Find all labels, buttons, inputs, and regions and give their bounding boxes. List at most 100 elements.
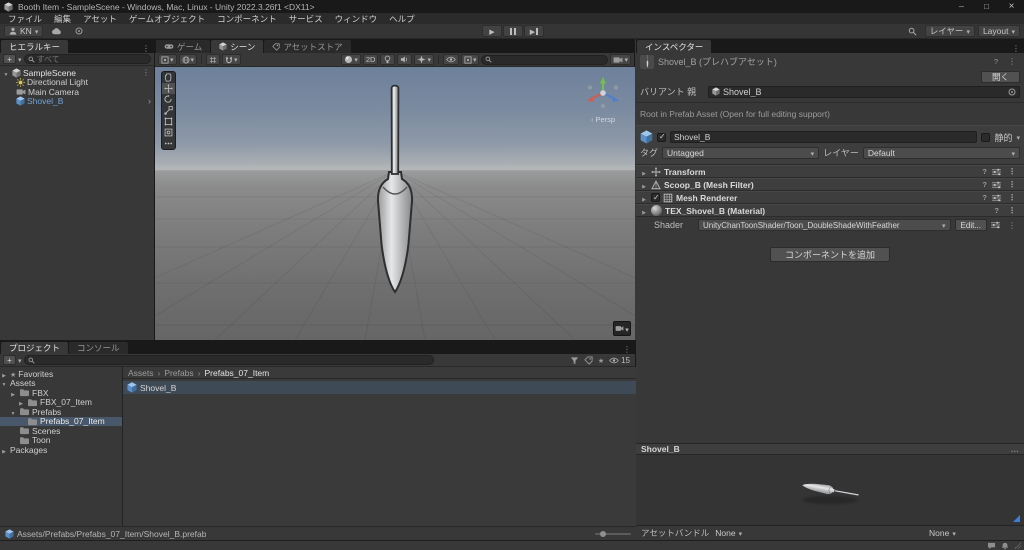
- grid-snap-toggle[interactable]: [206, 54, 221, 65]
- notification-bell-icon[interactable]: [1001, 541, 1009, 550]
- menu-services[interactable]: サービス: [283, 13, 329, 24]
- layer-dropdown[interactable]: Default: [862, 146, 1020, 159]
- tab-scene[interactable]: シーン: [211, 40, 264, 53]
- tree-item-packages[interactable]: Packages: [0, 445, 122, 455]
- search-by-label-icon[interactable]: [584, 356, 593, 365]
- tab-console[interactable]: コンソール: [69, 342, 128, 354]
- create-asset-button[interactable]: +: [3, 355, 16, 365]
- tree-item-fbx-07-item[interactable]: FBX_07_Item: [0, 397, 122, 407]
- static-flags-dropdown-icon[interactable]: [1016, 132, 1020, 142]
- preview-drag-handle-icon[interactable]: [1011, 444, 1020, 454]
- orientation-gizmo[interactable]: Persp: [579, 75, 627, 124]
- active-checkbox[interactable]: [657, 132, 666, 142]
- tree-item-fbx[interactable]: FBX: [0, 388, 122, 398]
- breadcrumb-prefabs-07-item[interactable]: Prefabs_07_Item: [194, 368, 270, 378]
- add-component-button[interactable]: コンポーネントを追加: [769, 247, 890, 262]
- assetbundle-variant-dropdown[interactable]: None: [929, 528, 1019, 538]
- tab-game[interactable]: ゲーム: [156, 40, 211, 53]
- tag-dropdown[interactable]: Untagged: [662, 146, 820, 159]
- step-button[interactable]: [524, 25, 544, 37]
- search-by-type-icon[interactable]: [570, 356, 579, 365]
- gizmos-dropdown[interactable]: [460, 54, 480, 65]
- foldout-arrow-icon[interactable]: [640, 206, 648, 216]
- breadcrumb-prefabs[interactable]: Prefabs: [154, 368, 193, 378]
- static-checkbox[interactable]: [981, 132, 991, 142]
- panel-menu-icon[interactable]: [1008, 44, 1024, 53]
- pause-button[interactable]: [503, 25, 523, 37]
- help-icon[interactable]: [980, 180, 989, 189]
- component-menu-icon[interactable]: [1004, 167, 1020, 176]
- hidden-packages-counter[interactable]: 15: [609, 356, 630, 365]
- rotate-tool-button[interactable]: [162, 94, 175, 105]
- tab-project[interactable]: プロジェクト: [1, 342, 69, 354]
- layout-dropdown[interactable]: Layout: [977, 25, 1020, 37]
- search-button[interactable]: [903, 25, 922, 37]
- tree-item-prefabs[interactable]: Prefabs: [0, 407, 122, 417]
- preview-header[interactable]: Shovel_B: [636, 443, 1024, 455]
- collapse-arrow-icon[interactable]: [0, 378, 8, 388]
- tool-handle-pivot-dropdown[interactable]: [158, 54, 177, 65]
- scene-audio-toggle[interactable]: [397, 54, 413, 65]
- foldout-arrow-icon[interactable]: [640, 180, 648, 190]
- object-picker-icon[interactable]: [1008, 88, 1016, 96]
- expand-arrow-icon[interactable]: [17, 397, 25, 407]
- tab-hierarchy[interactable]: ヒエラルキー: [1, 40, 69, 53]
- variant-parent-field[interactable]: Shovel_B: [708, 85, 1020, 98]
- view-tool-button[interactable]: [162, 72, 175, 83]
- effects-dropdown[interactable]: [414, 54, 434, 65]
- hierarchy-scene-row[interactable]: SampleScene: [0, 68, 154, 78]
- scene-viewport[interactable]: Persp: [155, 67, 635, 340]
- scene-search-input[interactable]: [494, 55, 605, 64]
- scene-options-icon[interactable]: [138, 68, 154, 77]
- expand-arrow-icon[interactable]: [9, 388, 17, 398]
- 2d-toggle[interactable]: 2D: [362, 54, 379, 65]
- menu-window[interactable]: ウィンドウ: [329, 13, 384, 24]
- prefab-open-arrow-icon[interactable]: [148, 96, 154, 106]
- presets-icon[interactable]: [992, 194, 1001, 202]
- play-button[interactable]: [482, 25, 502, 37]
- shader-dropdown[interactable]: UnityChanToonShader/Toon_DoubleShadeWith…: [698, 219, 951, 231]
- help-icon[interactable]: [992, 206, 1001, 215]
- open-prefab-button[interactable]: 開く: [980, 71, 1020, 83]
- scene-lighting-toggle[interactable]: [380, 54, 396, 65]
- transform-tool-button[interactable]: [162, 127, 175, 138]
- scene-visibility-toggle[interactable]: [442, 54, 459, 65]
- project-search-input[interactable]: [36, 355, 430, 365]
- help-icon[interactable]: [980, 193, 989, 202]
- collab-history-button[interactable]: [70, 25, 88, 37]
- hierarchy-search-input[interactable]: [36, 54, 147, 64]
- scale-tool-button[interactable]: [162, 105, 175, 116]
- expand-arrow-icon[interactable]: [0, 369, 8, 379]
- menu-assets[interactable]: アセット: [77, 13, 123, 24]
- console-message-icon[interactable]: [987, 542, 996, 550]
- presets-icon[interactable]: [992, 168, 1001, 176]
- close-button[interactable]: [999, 0, 1024, 13]
- move-tool-button[interactable]: [162, 83, 175, 94]
- panel-menu-icon[interactable]: [138, 44, 154, 53]
- menu-file[interactable]: ファイル: [2, 13, 48, 24]
- gameobject-name-field[interactable]: [670, 131, 978, 143]
- component-mesh-renderer[interactable]: Mesh Renderer: [636, 191, 1024, 204]
- help-icon[interactable]: [992, 57, 1000, 66]
- component-mesh-filter[interactable]: Scoop_B (Mesh Filter): [636, 178, 1024, 191]
- asset-item-shovel[interactable]: Shovel_B: [123, 381, 636, 394]
- camera-overlay-button[interactable]: [613, 321, 631, 336]
- foldout-arrow-icon[interactable]: [640, 167, 648, 177]
- preview-area[interactable]: [636, 455, 1024, 525]
- help-icon[interactable]: [980, 167, 989, 176]
- foldout-arrow-icon[interactable]: [640, 193, 648, 203]
- menu-gameobject[interactable]: ゲームオブジェクト: [123, 13, 211, 24]
- hierarchy-item-main-camera[interactable]: Main Camera: [0, 87, 154, 97]
- material-header[interactable]: TEX_Shovel_B (Material): [636, 204, 1024, 217]
- hierarchy-item-shovel[interactable]: Shovel_B: [0, 96, 154, 106]
- tree-item-favorites[interactable]: Favorites: [0, 369, 122, 379]
- cloud-services-button[interactable]: [46, 25, 67, 37]
- tool-handle-space-dropdown[interactable]: [178, 54, 198, 65]
- add-object-button[interactable]: +: [3, 54, 16, 64]
- breadcrumb-assets[interactable]: Assets: [128, 368, 154, 378]
- collapse-arrow-icon[interactable]: [2, 68, 10, 78]
- snap-settings-dropdown[interactable]: [222, 54, 241, 65]
- presets-icon[interactable]: [992, 181, 1001, 189]
- menu-component[interactable]: コンポーネント: [211, 13, 283, 24]
- custom-tools-button[interactable]: [162, 138, 175, 149]
